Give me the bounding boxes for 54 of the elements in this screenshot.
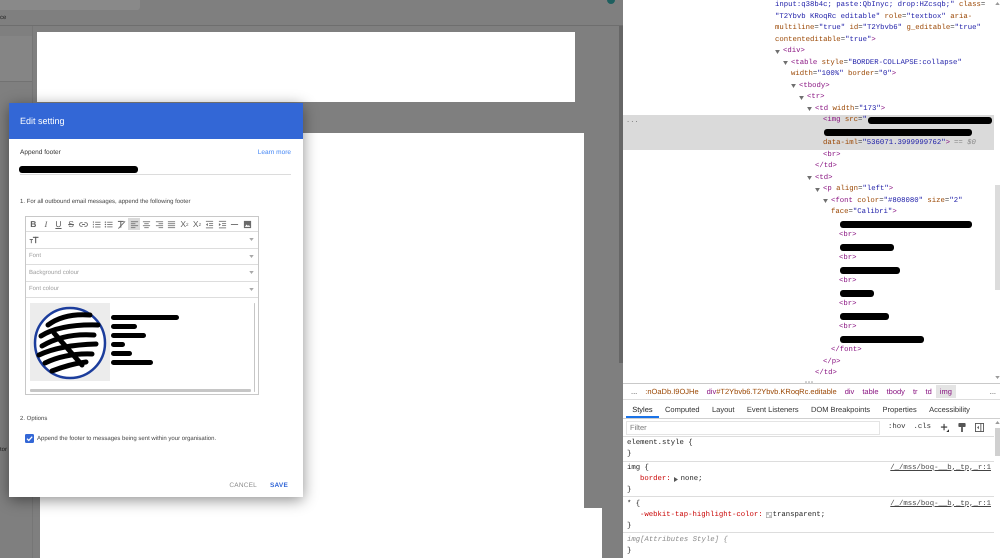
scroll-up-arrow-icon[interactable] <box>994 421 1000 424</box>
footer-name-field[interactable] <box>20 164 291 175</box>
strikethrough-button[interactable]: S <box>64 218 78 230</box>
redaction-mark <box>111 342 125 347</box>
expanded-triangle-icon[interactable] <box>807 176 812 180</box>
color-swatch-icon[interactable] <box>766 512 772 518</box>
expanded-triangle-icon[interactable] <box>807 107 812 112</box>
bold-button[interactable]: B <box>27 218 40 230</box>
plus-icon[interactable] <box>940 423 950 432</box>
checkbox[interactable] <box>25 434 34 443</box>
scrollbar-thumb[interactable] <box>30 389 251 392</box>
scrollbar-thumb[interactable] <box>254 303 255 392</box>
align-left-button[interactable] <box>128 218 140 230</box>
redaction-mark <box>111 315 179 320</box>
indent-icon <box>218 220 227 228</box>
align-left-icon <box>130 220 139 228</box>
dropdown-caret-icon <box>249 238 254 242</box>
redaction-mark <box>111 360 153 365</box>
expand-triangle-icon[interactable] <box>674 477 678 482</box>
outdent-button[interactable] <box>203 218 216 230</box>
expanded-triangle-icon[interactable] <box>815 188 820 192</box>
justify-icon <box>167 220 176 228</box>
scroll-up-arrow-icon[interactable] <box>994 2 1000 5</box>
underline-button[interactable]: U <box>52 218 65 230</box>
expanded-triangle-icon[interactable] <box>791 84 796 88</box>
paint-brush-icon[interactable] <box>958 423 966 432</box>
align-right-icon <box>154 220 164 228</box>
insert-image-button[interactable] <box>241 218 254 230</box>
expanded-triangle-icon[interactable] <box>783 61 788 66</box>
redaction-mark <box>111 333 146 338</box>
bulleted-list-icon <box>104 220 114 228</box>
outdent-icon <box>205 220 214 228</box>
align-center-icon <box>142 220 152 228</box>
scroll-down-arrow-icon[interactable] <box>994 376 1000 379</box>
font-size-icon <box>29 236 39 244</box>
dropdown-caret-icon <box>249 254 254 258</box>
dropdown-caret-icon <box>249 288 254 291</box>
expanded-triangle-icon[interactable] <box>775 50 780 54</box>
numbered-list-icon <box>92 220 101 228</box>
italic-button[interactable]: I <box>40 218 52 230</box>
clear-formatting-icon <box>116 220 126 228</box>
clear-formatting-button[interactable] <box>115 218 128 230</box>
expanded-triangle-icon[interactable] <box>823 199 828 204</box>
redaction-mark <box>111 324 137 329</box>
scrollbar-thumb[interactable] <box>994 185 1000 290</box>
dialog-title: Edit setting <box>20 116 65 126</box>
redaction-mark <box>111 351 132 356</box>
image-icon <box>242 220 252 228</box>
dropdown-caret-icon <box>249 271 254 274</box>
scrollbar-thumb[interactable] <box>619 26 623 363</box>
expanded-triangle-icon[interactable] <box>799 96 804 100</box>
link-icon <box>79 220 88 228</box>
sidebar-toggle-icon[interactable] <box>975 423 984 432</box>
scrollbar-thumb[interactable] <box>994 428 1000 456</box>
